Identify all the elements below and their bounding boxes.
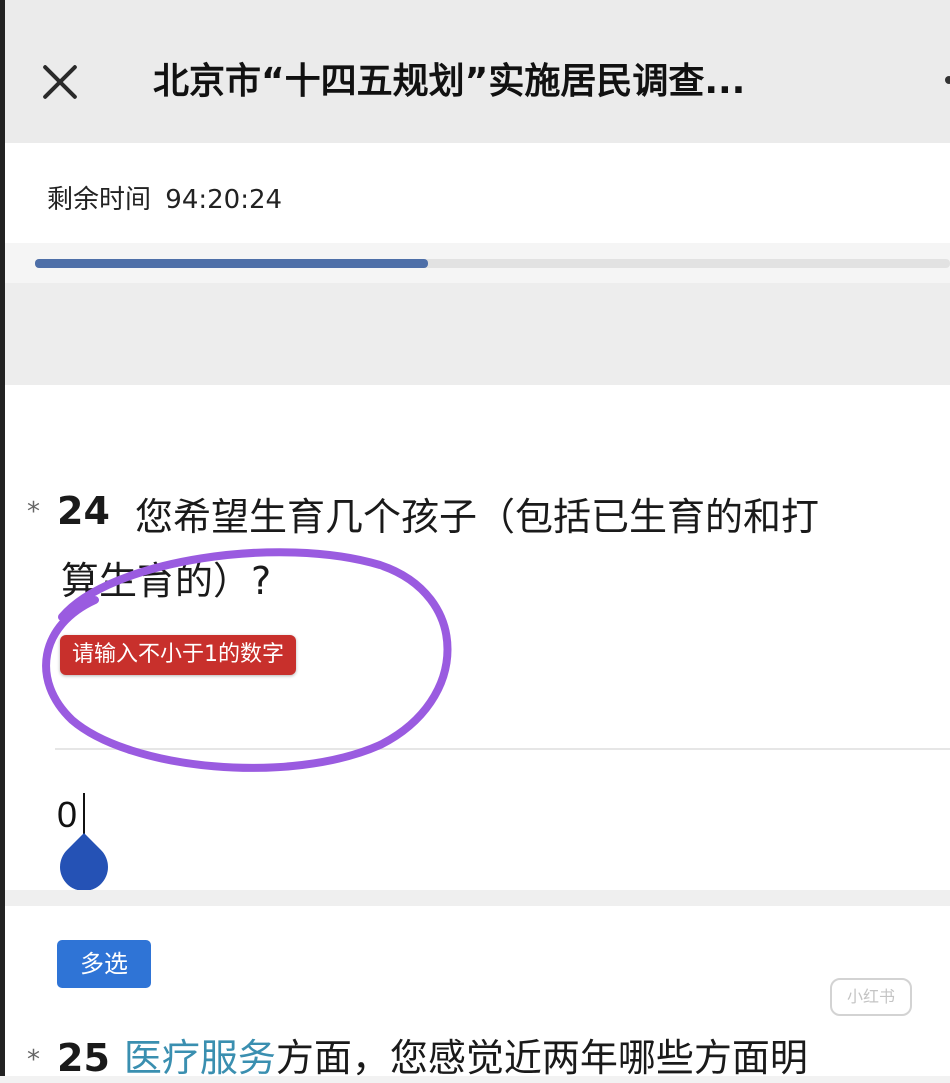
question-text: 方面，您感觉近两年哪些方面明 — [275, 1036, 808, 1080]
question-text-line2: 算生育的）? — [61, 559, 272, 603]
remaining-time: 剩余时间 94:20:24 — [47, 179, 288, 216]
question-number: 25 — [57, 1036, 110, 1080]
progress-fill — [35, 259, 429, 268]
title-bar: 北京市“十四五规划”实施居民调查... — [5, 0, 950, 143]
progress-section — [5, 243, 950, 283]
required-mark: * — [27, 497, 40, 527]
question-number: 24 — [57, 489, 110, 533]
required-mark: * — [27, 1045, 40, 1075]
highlight-link[interactable]: 医疗服务 — [124, 1036, 276, 1080]
close-icon[interactable] — [41, 63, 79, 101]
multi-select-badge: 多选 — [57, 940, 151, 988]
answer-input[interactable] — [57, 785, 857, 845]
timer-row: 剩余时间 94:20:24 — [5, 143, 950, 243]
divider — [55, 748, 950, 750]
section-gap — [5, 283, 950, 385]
question-text-line1: 您希望生育几个孩子（包括已生育的和打 — [135, 495, 820, 539]
more-icon[interactable] — [945, 76, 950, 84]
question-card: * 24 您希望生育几个孩子（包括已生育的和打 算生育的）? 请输入不小于1的数… — [5, 385, 950, 1080]
remaining-time-value: 94:20:24 — [165, 185, 283, 215]
watermark-logo: 小红书 — [830, 978, 912, 1016]
section-gap — [5, 890, 950, 906]
page-title: 北京市“十四五规划”实施居民调查... — [153, 61, 746, 102]
remaining-time-label: 剩余时间 — [47, 185, 152, 215]
progress-track — [35, 259, 950, 268]
error-message: 请输入不小于1的数字 — [60, 635, 296, 675]
